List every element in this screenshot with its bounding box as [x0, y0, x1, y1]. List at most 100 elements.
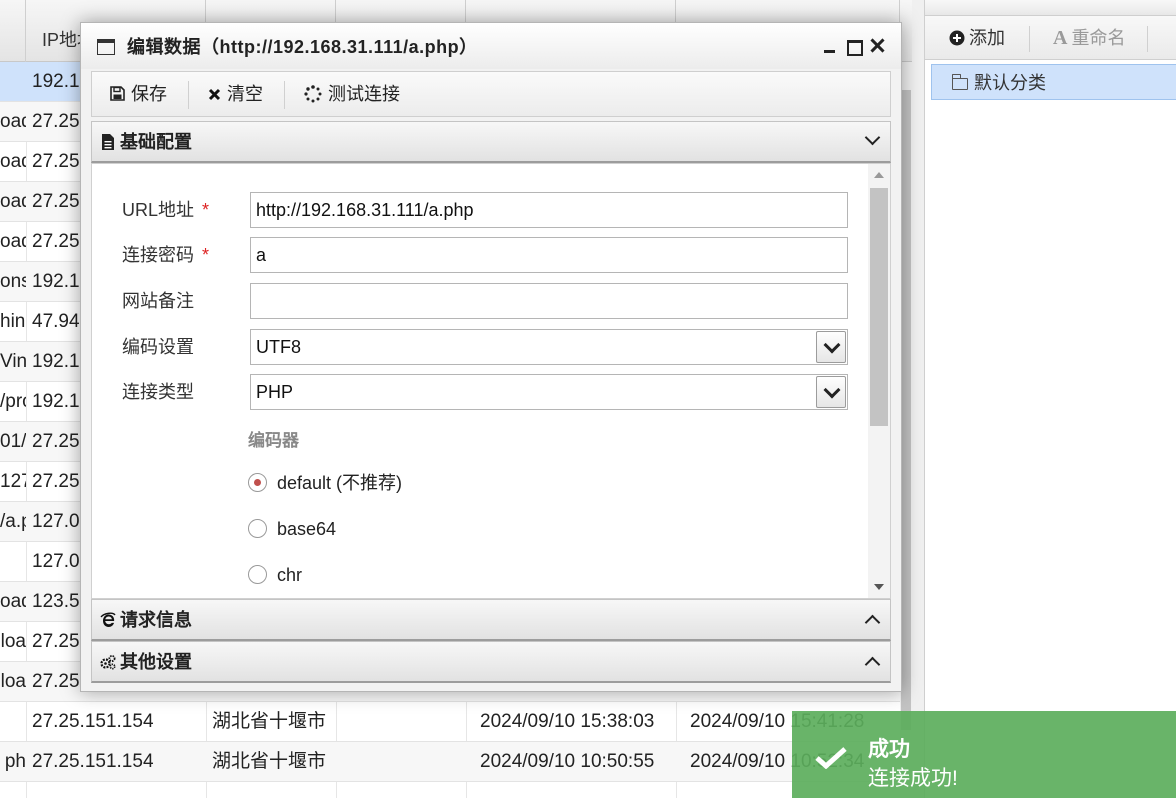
- cell-url: ons: [0, 271, 26, 292]
- note-field-label: 网站备注: [122, 291, 194, 311]
- edit-data-dialog: 编辑数据（http://192.168.31.111/a.php） 保存 清空 …: [80, 22, 902, 692]
- clear-button[interactable]: 清空: [208, 72, 263, 116]
- cell-created: 2024/09/10 15:38:03: [480, 711, 655, 732]
- toolbar-separator: [284, 81, 285, 109]
- success-toast[interactable]: 成功 连接成功!: [792, 711, 1176, 798]
- required-mark: *: [202, 245, 210, 265]
- type-select[interactable]: PHP: [250, 374, 848, 410]
- cell-url: oad: [0, 191, 26, 212]
- toolbar-separator: [188, 81, 189, 109]
- folder-icon: [951, 74, 968, 90]
- url-field-label: URL地址 *: [122, 200, 210, 220]
- chevron-up-icon: [864, 614, 881, 631]
- radio-default[interactable]: [248, 473, 267, 492]
- note-field[interactable]: [250, 283, 848, 319]
- dialog-toolbar: 保存 清空 测试连接: [91, 71, 891, 117]
- table-row[interactable]: ph 27.25.151.154 湖北省十堰市 2024/09/10 10:50:55…: [0, 742, 912, 782]
- test-connection-button[interactable]: 测试连接: [304, 72, 400, 116]
- password-field[interactable]: [250, 237, 848, 273]
- test-connection-label: 测试连接: [328, 84, 400, 104]
- floppy-disk-icon: [110, 86, 125, 101]
- type-field-label: 连接类型: [122, 382, 194, 402]
- cell-ip: 27.25.151.154: [32, 711, 154, 732]
- cell-location: 湖北省十堰市: [212, 711, 327, 732]
- password-field-label: 连接密码 *: [122, 245, 210, 265]
- chevron-down-icon: [864, 129, 881, 146]
- table-row[interactable]: 27.25.151.154 湖北省十堰市 2024/09/10 15:38:03 20…: [0, 702, 912, 742]
- cell-url: 01/: [0, 431, 26, 452]
- save-button[interactable]: 保存: [110, 72, 167, 116]
- cell-url: oad: [0, 111, 26, 132]
- cell-url: ph: [4, 751, 26, 772]
- cell-url: /a.p: [0, 511, 26, 532]
- add-category-button[interactable]: 添加: [949, 26, 1005, 50]
- cell-url: loa: [0, 671, 26, 692]
- save-label: 保存: [131, 84, 167, 104]
- cell-url: 127: [0, 471, 26, 492]
- section-request-info[interactable]: 请求信息: [91, 599, 891, 641]
- toolbar-separator: [1029, 26, 1030, 52]
- radio-chr[interactable]: [248, 565, 267, 584]
- chevron-down-icon[interactable]: [816, 376, 846, 408]
- minimize-icon[interactable]: [819, 35, 841, 57]
- category-toolbar: 添加 A 重命名: [925, 16, 1176, 60]
- encoder-option-label: base64: [277, 519, 337, 539]
- add-category-label: 添加: [969, 28, 1005, 48]
- check-icon: [815, 747, 847, 769]
- cell-url: loa: [0, 631, 26, 652]
- rename-category-button[interactable]: A 重命名: [1053, 26, 1125, 50]
- encoder-group-label: 编码器: [248, 431, 299, 450]
- encoding-select[interactable]: UTF8: [250, 329, 848, 365]
- section-basic-config[interactable]: 基础配置: [91, 121, 891, 163]
- x-icon: [208, 88, 221, 101]
- scrollbar-thumb[interactable]: [901, 90, 911, 730]
- type-selected-value: PHP: [256, 382, 294, 402]
- category-item-label: 默认分类: [974, 73, 1046, 93]
- url-field[interactable]: [250, 192, 848, 228]
- category-panel: 添加 A 重命名 默认分类: [924, 0, 1176, 798]
- encoding-field-label: 编码设置: [122, 337, 194, 357]
- section-other-settings[interactable]: 其他设置: [91, 641, 891, 683]
- cell-url: oad: [0, 151, 26, 172]
- chevron-down-icon[interactable]: [816, 331, 846, 363]
- toast-message: 连接成功!: [868, 767, 958, 790]
- encoder-option-label: chr: [277, 565, 303, 585]
- section-other-settings-label: 其他设置: [120, 652, 192, 672]
- maximize-icon[interactable]: [843, 35, 865, 57]
- category-item-default[interactable]: 默认分类: [931, 64, 1176, 100]
- form-scrollbar[interactable]: [868, 164, 890, 598]
- close-icon[interactable]: [867, 35, 889, 57]
- encoding-selected-value: UTF8: [256, 337, 301, 357]
- clear-label: 清空: [227, 84, 263, 104]
- cell-created: 2024/09/10 10:50:55: [480, 751, 655, 772]
- cell-url: oad: [0, 231, 26, 252]
- section-request-info-label: 请求信息: [120, 610, 192, 630]
- radio-base64[interactable]: [248, 519, 267, 538]
- window-icon: [97, 39, 115, 55]
- cell-url: oad: [0, 591, 26, 612]
- scroll-down-icon[interactable]: [874, 584, 884, 590]
- font-icon: A: [1053, 27, 1068, 49]
- dialog-titlebar[interactable]: 编辑数据（http://192.168.31.111/a.php）: [81, 23, 901, 69]
- document-icon: [102, 134, 114, 150]
- gears-icon: [100, 655, 116, 670]
- dialog-title: 编辑数据（http://192.168.31.111/a.php）: [127, 37, 478, 57]
- cell-location: 湖北省十堰市: [212, 751, 327, 772]
- rename-category-label: 重命名: [1071, 28, 1126, 48]
- required-mark: *: [202, 200, 210, 220]
- scrollbar-thumb[interactable]: [870, 188, 888, 426]
- chevron-up-icon: [864, 656, 881, 673]
- cell-url: /pro: [0, 391, 26, 412]
- encoder-option-base64[interactable]: base64: [248, 516, 336, 542]
- column-header-url[interactable]: [0, 0, 26, 62]
- encoder-option-default[interactable]: default (不推荐): [248, 470, 402, 496]
- cell-url: hin,: [0, 311, 26, 332]
- ie-browser-icon: [100, 612, 116, 627]
- encoder-option-chr[interactable]: chr: [248, 562, 302, 588]
- plus-circle-icon: [949, 30, 965, 46]
- cell-url: Vinc: [0, 351, 26, 372]
- toast-title: 成功: [868, 738, 910, 761]
- basic-config-form: URL地址* 连接密码* 网站备注 编码设置 UTF8 连接类型 PHP 编码器…: [91, 163, 891, 599]
- toolbar-separator: [1147, 26, 1148, 52]
- scroll-up-icon[interactable]: [874, 172, 884, 178]
